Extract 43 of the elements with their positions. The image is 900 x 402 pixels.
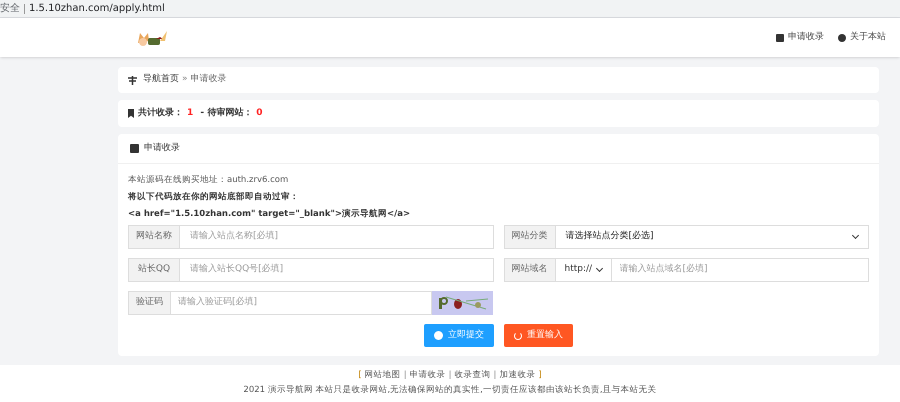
- bracket-text: ]: [538, 369, 542, 382]
- pending-count: 0: [256, 106, 263, 120]
- address-bar[interactable]: 安全 1.5.10zhan.com/apply.html: [0, 0, 900, 18]
- nav-link[interactable]: 申请收录: [776, 30, 824, 44]
- captcha-image[interactable]: [432, 291, 493, 315]
- divider-text: |: [448, 369, 452, 382]
- bookmark-icon: [128, 109, 134, 118]
- info-text: 将以下代码放在你的网站底部即自动过审：: [128, 190, 300, 204]
- separator-text: »: [182, 73, 188, 86]
- footer-notice: 2021 演示导航网 本站只是收录网站,无法确保网站的真实性,一切责任应该都由该站长负责,且与本站无关: [243, 384, 657, 396]
- security-label: 安全: [0, 4, 25, 14]
- footer-link[interactable]: 网站地图: [364, 369, 401, 382]
- nav-link[interactable]: 关于本站: [838, 30, 886, 44]
- form-title: 申请收录: [144, 142, 180, 155]
- bracket-text: [: [358, 369, 362, 382]
- text-input[interactable]: 请输入站长QQ号[必填]: [180, 258, 494, 282]
- stats-text: 共计收录：: [138, 106, 183, 120]
- footer-link[interactable]: 申请收录: [410, 369, 446, 382]
- field-label: 验证码: [128, 291, 171, 315]
- captcha-input[interactable]: 请输入验证码[必填]: [171, 291, 432, 315]
- field-label: 网站名称: [128, 225, 180, 249]
- total-count: 1: [187, 106, 194, 120]
- square-icon: [776, 34, 784, 42]
- footer-link[interactable]: 收录查询: [454, 369, 490, 382]
- menu-icon: [128, 76, 137, 84]
- field-label: 站长QQ: [128, 258, 180, 282]
- home-link[interactable]: 导航首页: [143, 73, 179, 87]
- protocol-select[interactable]: http://: [556, 258, 612, 282]
- stats-text: - 待审网站：: [199, 106, 252, 120]
- field-label: 网站域名: [504, 258, 556, 282]
- mascot-logo[interactable]: [136, 28, 168, 46]
- refresh-icon: [514, 332, 522, 340]
- field-label: 网站分类: [504, 225, 556, 249]
- info-text: 本站源码在线购买地址：auth.zrv6.com: [128, 174, 290, 187]
- domain-input[interactable]: 请输入站点域名[必填]: [612, 258, 869, 282]
- divider-text: |: [404, 369, 407, 382]
- divider-text: |: [493, 369, 496, 382]
- category-select[interactable]: 请选择站点分类[必选]: [556, 225, 869, 249]
- info-text: <a href="1.5.10zhan.com" target="_blank">演示导航网</a>: [128, 208, 412, 221]
- text-input[interactable]: 请输入站点名称[必填]: [180, 225, 494, 249]
- url-text: 1.5.10zhan.com/apply.html: [28, 2, 165, 16]
- footer-link[interactable]: 加速收录: [499, 369, 536, 382]
- current-page: 申请收录: [190, 73, 227, 86]
